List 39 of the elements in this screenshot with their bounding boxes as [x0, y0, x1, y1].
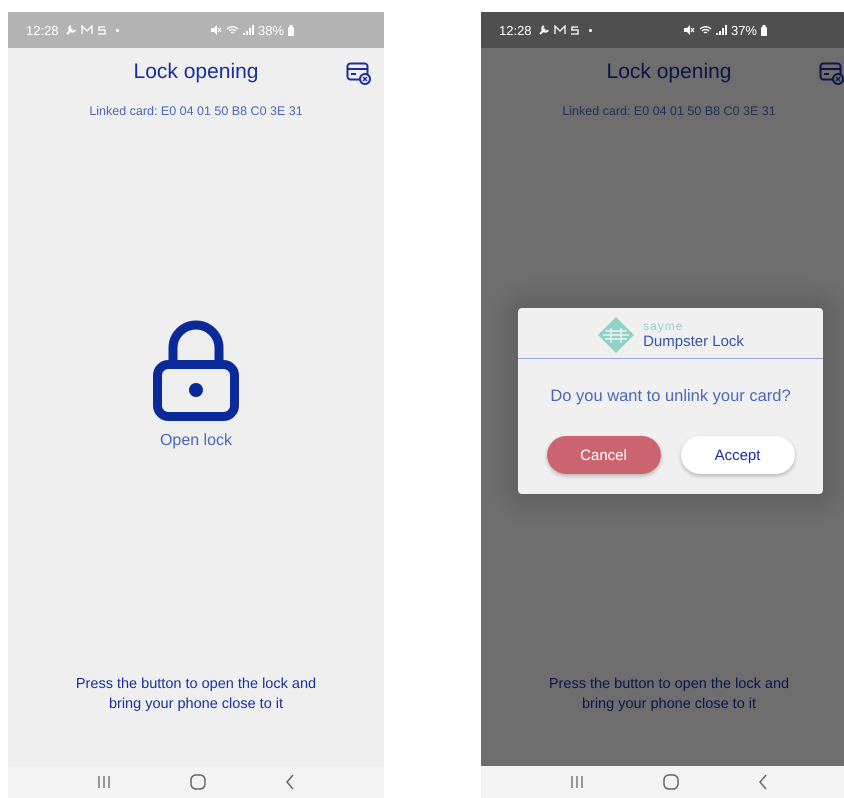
home-icon[interactable] — [662, 774, 679, 790]
mute-icon — [682, 25, 695, 35]
instruction-text: Press the button to open the lock and bring your phone close to it — [548, 675, 790, 714]
open-lock-label[interactable]: Open lock — [160, 432, 232, 450]
linked-card-text: Linked card: E0 04 01 50 B8 C0 3E 31 — [89, 104, 303, 118]
wifi-icon — [698, 25, 712, 35]
mail-icon — [554, 25, 566, 35]
dialog-message: Do you want to unlink your card? — [550, 387, 791, 406]
home-icon[interactable] — [190, 774, 206, 790]
notification-dot-icon — [588, 28, 592, 32]
status-time: 12:28 — [499, 22, 532, 38]
linked-card-text: Linked card: E0 04 01 50 B8 C0 3E 31 — [562, 104, 776, 118]
wifi-icon — [226, 25, 239, 35]
app-name: Dumpster Lock — [643, 333, 744, 350]
logo-icon — [597, 316, 636, 354]
card-remove-icon[interactable] — [346, 62, 372, 86]
screen-title: Lock opening — [606, 60, 732, 84]
recent-apps-icon[interactable] — [97, 776, 112, 788]
signal-icon — [716, 25, 727, 35]
brand-name: sayme — [643, 320, 684, 333]
mute-icon — [210, 25, 222, 35]
battery-icon — [761, 24, 767, 36]
recent-apps-icon[interactable] — [570, 776, 584, 788]
battery-percent: 37% — [730, 22, 757, 38]
wrench-icon — [538, 24, 550, 36]
battery-icon — [288, 24, 294, 36]
mail-icon — [80, 25, 93, 35]
back-icon[interactable] — [758, 774, 768, 790]
battery-percent: 38% — [258, 22, 284, 38]
instruction-text: Press the button to open the lock and bring your phone close to it — [74, 675, 318, 714]
notification-dot-icon — [116, 28, 119, 32]
back-icon[interactable] — [284, 774, 295, 790]
signal-icon — [242, 25, 254, 35]
cancel-button[interactable]: Cancel — [546, 436, 660, 474]
wrench-icon — [64, 24, 77, 36]
padlock-icon[interactable] — [153, 320, 239, 422]
accept-button[interactable]: Accept — [680, 436, 794, 474]
screen-title: Lock opening — [134, 60, 258, 84]
status-time: 12:28 — [26, 22, 59, 38]
